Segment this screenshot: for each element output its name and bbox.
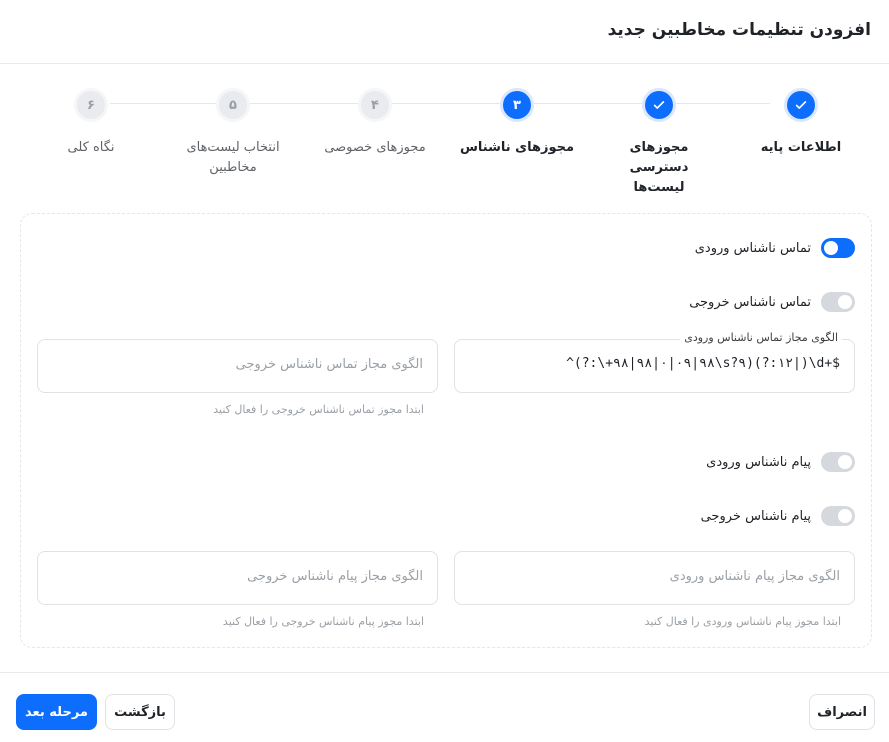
- dialog-footer: مرحله بعد بازگشت انصراف: [0, 672, 889, 742]
- incoming-call-pattern-input[interactable]: الگوی مجاز تماس ناشناس ورودی ^(?:\+۹۸|۹۸…: [454, 331, 855, 393]
- step-2[interactable]: مجوزهای دسترسی لیست‌ها: [584, 88, 734, 198]
- incoming-msg-toggle[interactable]: [821, 452, 855, 472]
- step-3-number: ۳: [500, 88, 534, 122]
- step-6-label: نگاه کلی: [67, 140, 115, 155]
- outgoing-call-pattern-input[interactable]: الگوی مجاز تماس ناشناس خروجی: [37, 339, 438, 393]
- step-4-label: مجوزهای خصوصی: [324, 140, 426, 155]
- step-3-label: مجوزهای ناشناس: [459, 140, 575, 155]
- step-2-label: مجوزهای دسترسی لیست‌ها: [629, 140, 689, 195]
- outgoing-msg-label: پیام ناشناس خروجی: [700, 508, 811, 524]
- step-6[interactable]: ۶ نگاه کلی: [16, 88, 166, 158]
- check-icon: [642, 88, 676, 122]
- incoming-msg-toggle-row[interactable]: پیام ناشناس ورودی: [706, 452, 855, 472]
- incoming-msg-pattern-hint: ابتدا مجوز پیام ناشناس ورودی را فعال کنی…: [644, 615, 841, 628]
- step-3[interactable]: ۳ مجوزهای ناشناس: [442, 88, 592, 158]
- outgoing-msg-toggle-row[interactable]: پیام ناشناس خروجی: [701, 506, 855, 526]
- step-5-number: ۵: [216, 88, 250, 122]
- step-5[interactable]: ۵ انتخاب لیست‌های مخاطبین: [158, 88, 308, 178]
- step-1[interactable]: اطلاعات پایه: [721, 88, 881, 158]
- step-6-number: ۶: [74, 88, 108, 122]
- incoming-call-label: تماس ناشناس ورودی: [694, 240, 811, 256]
- incoming-call-toggle-row[interactable]: تماس ناشناس ورودی: [695, 238, 855, 258]
- step-1-label: اطلاعات پایه: [760, 140, 842, 155]
- incoming-call-pattern-label: الگوی مجاز تماس ناشناس ورودی: [680, 331, 842, 344]
- step-5-label: انتخاب لیست‌های مخاطبین: [186, 140, 280, 175]
- step-4-number: ۴: [358, 88, 392, 122]
- dialog-title: افزودن تنظیمات مخاطبین جدید: [607, 20, 871, 40]
- check-icon: [784, 88, 818, 122]
- outgoing-call-toggle-row[interactable]: تماس ناشناس خروجی: [689, 292, 855, 312]
- incoming-msg-label: پیام ناشناس ورودی: [706, 454, 811, 470]
- outgoing-msg-toggle[interactable]: [821, 506, 855, 526]
- incoming-call-pattern-value: ^(?:\+۹۸|۹۸|۰|۰۹|۹۸\s?۹)(?:۱۲|)\d+$: [566, 356, 840, 371]
- incoming-msg-pattern-input[interactable]: الگوی مجاز پیام ناشناس ورودی: [454, 551, 855, 605]
- dialog-header: افزودن تنظیمات مخاطبین جدید: [0, 0, 889, 64]
- incoming-msg-pattern-placeholder: الگوی مجاز پیام ناشناس ورودی: [669, 569, 840, 584]
- outgoing-msg-pattern-input[interactable]: الگوی مجاز پیام ناشناس خروجی: [37, 551, 438, 605]
- back-button[interactable]: بازگشت: [105, 694, 175, 730]
- outgoing-call-pattern-hint: ابتدا مجوز تماس ناشناس خروجی را فعال کنی…: [213, 403, 424, 416]
- step-4[interactable]: ۴ مجوزهای خصوصی: [300, 88, 450, 158]
- next-step-button[interactable]: مرحله بعد: [16, 694, 97, 730]
- outgoing-msg-pattern-placeholder: الگوی مجاز پیام ناشناس خروجی: [247, 569, 423, 584]
- outgoing-call-label: تماس ناشناس خروجی: [689, 294, 811, 310]
- outgoing-call-pattern-placeholder: الگوی مجاز تماس ناشناس خروجی: [235, 357, 423, 372]
- incoming-call-toggle[interactable]: [821, 238, 855, 258]
- outgoing-call-toggle[interactable]: [821, 292, 855, 312]
- outgoing-msg-pattern-hint: ابتدا مجوز پیام ناشناس خروجی را فعال کنی…: [222, 615, 424, 628]
- cancel-button[interactable]: انصراف: [809, 694, 875, 730]
